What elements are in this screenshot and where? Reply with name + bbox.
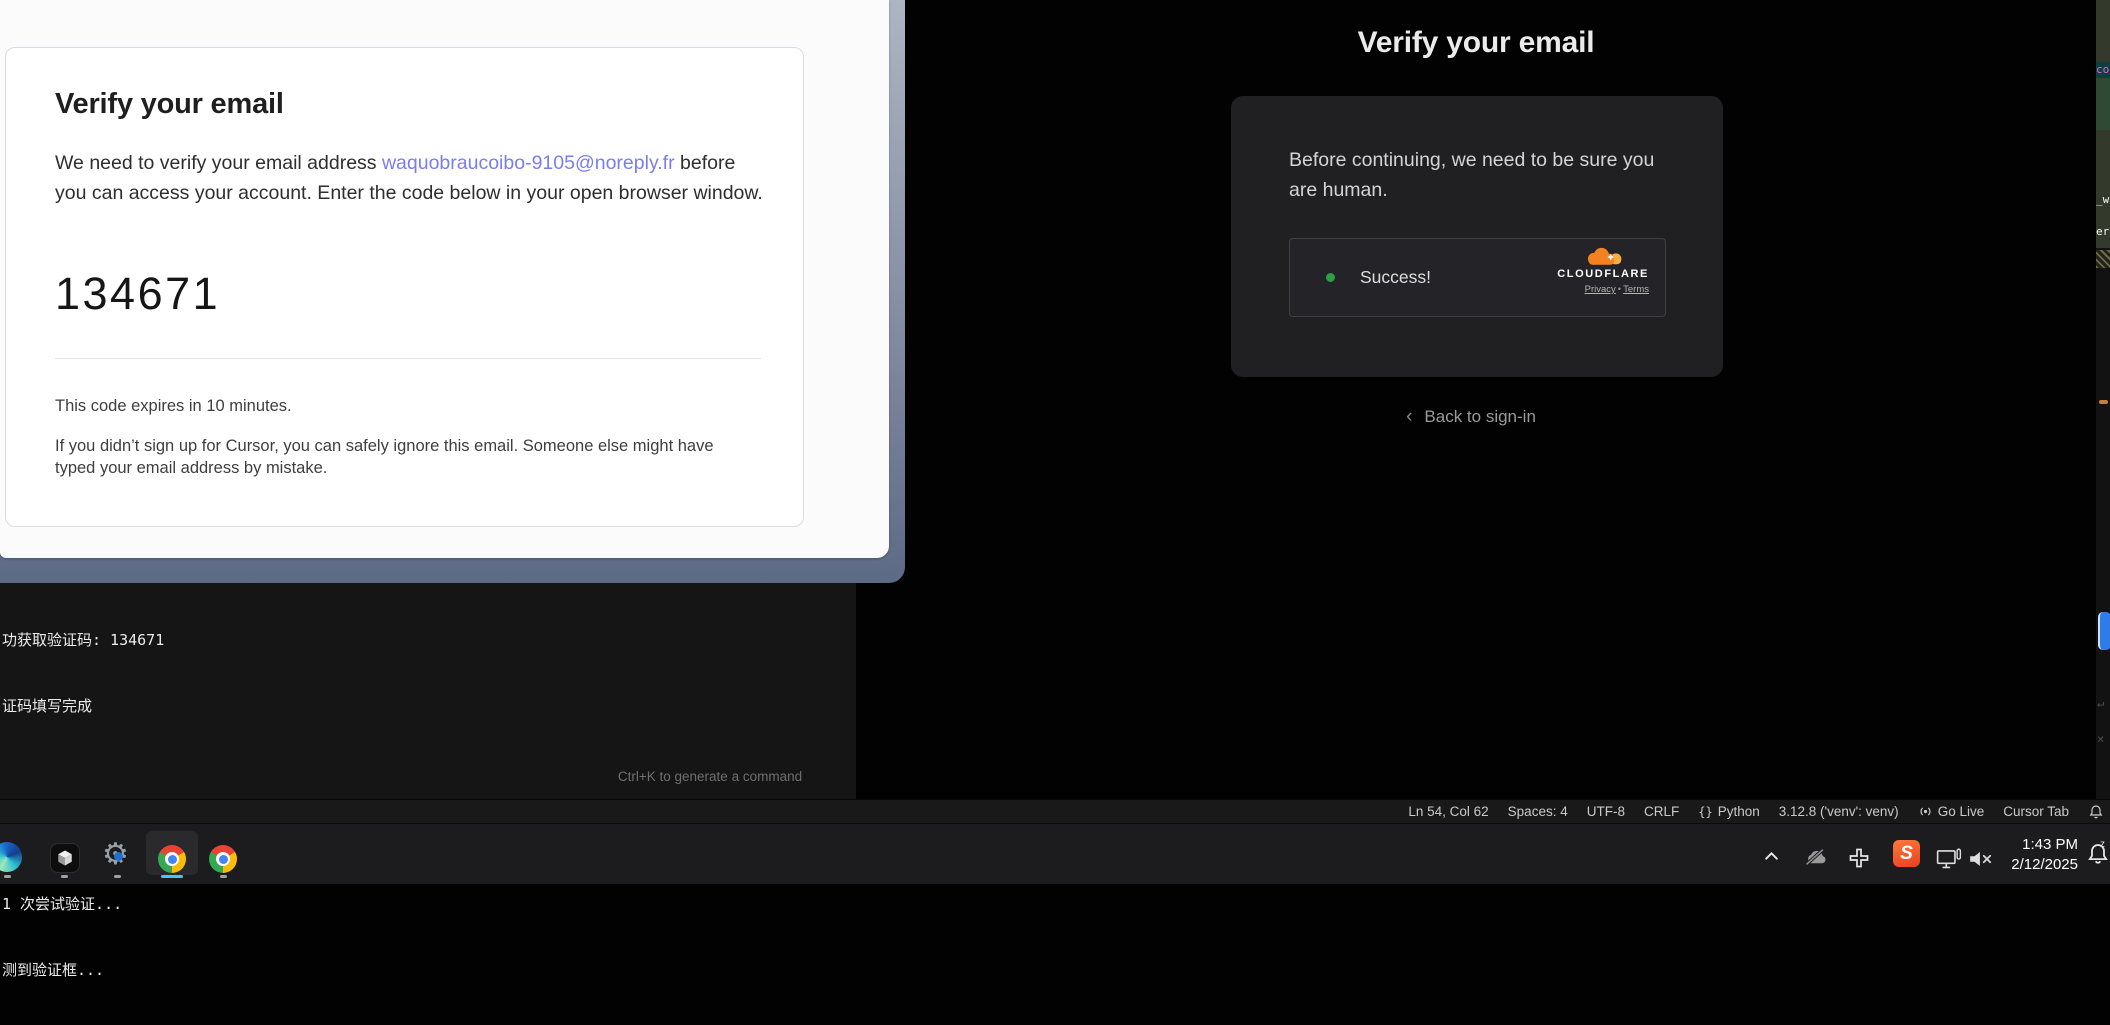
turnstile-status: Success! [1360,267,1431,288]
clipped-window-edge: co _w er ↵ × [2096,0,2110,799]
terminal-line: 功获取验证码: 134671 [2,629,203,651]
email-window: Verify your email We need to verify your… [0,0,905,583]
python-braces-icon: {} [1698,805,1712,819]
divider [55,358,761,359]
sliver-text-fragment: _w [2096,193,2109,206]
back-to-signin-label: Back to sign-in [1424,407,1536,426]
sliver-text-fragment: co [2096,63,2109,76]
tray-chevron-up-icon[interactable] [1764,850,1779,861]
email-address-link[interactable]: waquobraucoibo-9105@noreply.fr [382,152,675,174]
windows-taskbar: ⚙ S 1:43 PM 2/12/2025 [0,823,2110,884]
privacy-link[interactable]: Privacy [1585,284,1616,295]
human-check-card: Before continuing, we need to be sure yo… [1231,96,1723,377]
cloudflare-turnstile-widget[interactable]: Success! CLOUDFLARE Privacy•Terms [1289,238,1666,317]
browser-verification-page: Verify your email Before continuing, we … [856,0,2110,799]
settings-gear-center [114,852,123,861]
terminal-line: 证码填写完成 [2,695,203,717]
email-card: Verify your email We need to verify your… [5,47,804,527]
email-disclaimer: If you didn’t sign up for Cursor, you ca… [55,435,755,479]
sliver-marker [2099,400,2108,404]
dnd-z-label: z [2100,839,2105,850]
bell-z-icon [2086,842,2110,866]
status-eol[interactable]: CRLF [1644,804,1679,819]
speaker-muted-icon[interactable] [1968,850,1994,868]
sliver-block [2096,0,2110,62]
terminal-line [2,761,203,783]
status-encoding[interactable]: UTF-8 [1587,804,1625,819]
return-glyph-icon: ↵ [2097,696,2104,710]
edge-browser-icon[interactable] [0,842,22,872]
legal-separator: • [1618,284,1621,295]
bell-icon [2088,804,2104,820]
verification-code: 134671 [55,268,220,320]
sogou-letter: S [1900,843,1913,865]
ime-cross-icon[interactable] [1849,848,1869,868]
page-title: Verify your email [1276,26,1676,60]
status-indentation[interactable]: Spaces: 4 [1508,804,1568,819]
clock-time: 1:43 PM [1992,835,2078,855]
terminal-line: 1 次尝试验证... [2,893,203,915]
status-language-label: Python [1718,804,1760,819]
clock-date: 2/12/2025 [1992,855,2078,875]
terminal-panel[interactable]: 功获取验证码: 134671 证码填写完成 在处理 Turnstile 验证..… [0,579,856,799]
cloudflare-branding: CLOUDFLARE Privacy•Terms [1529,247,1649,295]
terminal-line: 测到验证框... [2,959,203,981]
cursor-app-icon[interactable] [50,843,80,873]
onedrive-offline-icon[interactable] [1802,848,1828,866]
sliver-block [2096,78,2110,130]
status-interpreter[interactable]: 3.12.8 ('venv': venv) [1779,804,1899,819]
status-line-col[interactable]: Ln 54, Col 62 [1408,804,1488,819]
terminal-ctrlk-hint: Ctrl+K to generate a command [560,769,860,784]
cloudflare-cloud-icon [1581,247,1627,269]
success-dot-icon [1326,273,1335,282]
running-indicator [4,875,11,878]
running-indicator [220,875,227,878]
sliver-text-fragment: er [2096,225,2109,238]
email-body-pre: We need to verify your email address [55,152,382,174]
close-glyph-icon: × [2097,732,2104,746]
active-running-indicator [161,875,183,878]
notifications-bell[interactable] [2088,804,2104,820]
chrome-browser-icon-active[interactable] [158,845,186,873]
status-language[interactable]: {} Python [1698,804,1759,819]
status-go-live[interactable]: Go Live [1918,804,1985,819]
sogou-input-icon[interactable]: S [1893,840,1920,867]
broadcast-icon [1918,804,1933,819]
email-window-body: Verify your email We need to verify your… [0,0,889,558]
running-indicator [114,875,121,878]
tray-clock[interactable]: 1:43 PM 2/12/2025 [1992,835,2078,875]
vscode-status-bar: Ln 54, Col 62 Spaces: 4 UTF-8 CRLF {} Py… [0,799,2110,823]
chevron-left-icon: ‹ [1406,406,1412,427]
scrollbar-thumb[interactable] [2098,612,2110,650]
cloudflare-wordmark: CLOUDFLARE [1529,269,1649,280]
cube-icon [56,849,74,867]
status-cursor-tab[interactable]: Cursor Tab [2003,804,2069,819]
terms-link[interactable]: Terms [1623,284,1649,295]
notification-dnd-bell[interactable]: z [2086,842,2110,868]
email-title: Verify your email [55,88,284,121]
code-expiry-note: This code expires in 10 minutes. [55,397,292,416]
challenge-text: Before continuing, we need to be sure yo… [1289,145,1661,205]
display-pen-icon[interactable] [1936,848,1962,870]
running-indicator [61,875,68,878]
go-live-label: Go Live [1938,804,1985,819]
back-to-signin-link[interactable]: ‹ Back to sign-in [1346,406,1596,428]
sliver-hatch-pattern [2096,250,2110,268]
chrome-browser-icon[interactable] [209,845,237,873]
email-body-text: We need to verify your email address waq… [55,148,767,208]
